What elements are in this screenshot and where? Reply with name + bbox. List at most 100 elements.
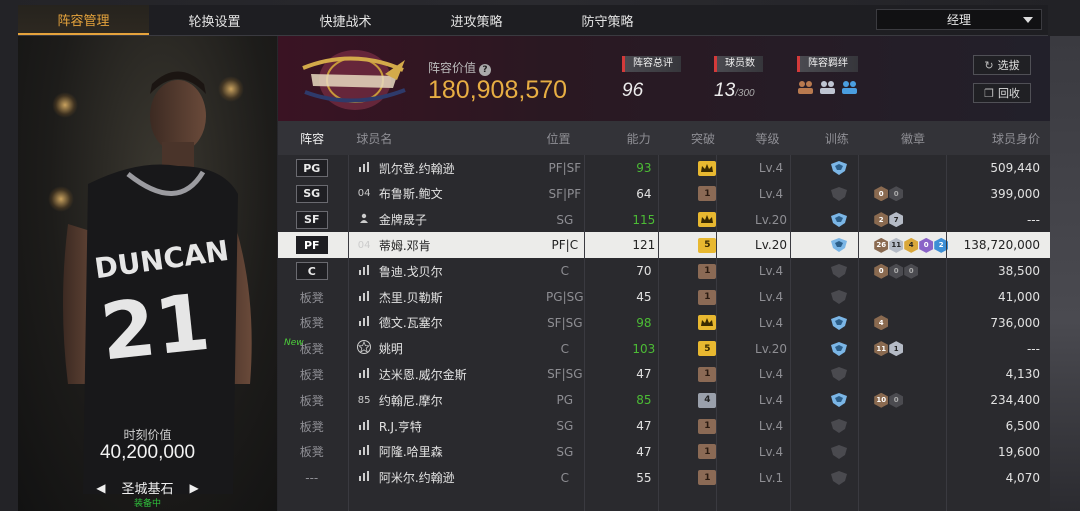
table-row[interactable]: 板凳 R.J.亨特 SG 47 1 Lv.4 6,500 — [278, 413, 1050, 439]
player-count-label: 球员数 — [714, 56, 763, 72]
new-tag: New — [284, 337, 304, 348]
training-cell[interactable] — [807, 367, 873, 382]
slot-cell[interactable]: PF — [278, 236, 345, 255]
training-icon — [831, 315, 848, 330]
player-count-max: /300 — [735, 88, 755, 99]
divider — [348, 155, 349, 511]
table-row[interactable]: PF 04 蒂姆.邓肯 PF|C 121 5 Lv.20 26 11 4 0 2 138,720,000 — [278, 232, 1050, 259]
tab-offense[interactable]: 进攻策略 — [411, 5, 542, 35]
player-value: 138,720,000 — [963, 238, 1040, 253]
star-icon — [355, 340, 372, 357]
badges-cell: 000 — [872, 263, 957, 279]
training-cell[interactable] — [807, 238, 873, 253]
table-row[interactable]: C 鲁迪.戈贝尔 C 70 1 Lv.4 0 0 0 38,500 — [278, 258, 1050, 284]
table-row[interactable]: SG 04 布鲁斯.鲍文 SF|PF 64 1 Lv.4 0 0 399,000 — [278, 181, 1050, 207]
slot-cell[interactable]: 板凳 — [278, 366, 345, 383]
player-ability: 70 — [636, 264, 652, 279]
training-cell[interactable] — [807, 341, 873, 356]
bench-label: 板凳 — [299, 419, 324, 434]
training-icon — [831, 238, 848, 253]
card-name: 圣城基石 — [121, 482, 174, 497]
prev-arrow-icon[interactable]: ◀ — [96, 481, 105, 495]
tab-rotation[interactable]: 轮换设置 — [149, 5, 280, 35]
table-row[interactable]: 板凳 85 约翰尼.摩尔 PG 85 4 Lv.4 10 0 234,400 — [278, 387, 1050, 413]
player-level: Lv.20 — [755, 341, 787, 356]
player-value: --- — [1026, 341, 1040, 356]
tab-defense[interactable]: 防守策略 — [542, 5, 673, 35]
player-ability: 55 — [636, 470, 652, 485]
training-cell[interactable] — [807, 315, 873, 330]
training-cell[interactable] — [807, 290, 873, 304]
player-value: 4,130 — [1005, 367, 1040, 382]
training-cell[interactable] — [807, 444, 873, 459]
table-row[interactable]: 板凳 姚明 C 103 5 Lv.20 11 1 --- New — [278, 336, 1050, 362]
slot-cell[interactable]: 板凳 — [278, 418, 345, 435]
player-level: Lv.4 — [758, 186, 784, 201]
training-icon — [831, 264, 848, 279]
slot-cell[interactable]: SG — [278, 184, 345, 203]
badge-icon: 1 — [889, 341, 904, 357]
slot-cell[interactable]: C — [278, 262, 345, 281]
training-cell[interactable] — [807, 161, 873, 175]
breakthrough-cell: 1 — [679, 366, 735, 382]
breakthrough-badge: 1 — [698, 366, 717, 382]
player-value: 6,500 — [1005, 419, 1040, 433]
player-level: Lv.4 — [758, 393, 784, 408]
training-cell[interactable] — [807, 419, 873, 433]
slot-cell[interactable]: 板凳 — [278, 289, 345, 306]
slot-cell[interactable]: 板凳 — [278, 443, 345, 460]
training-cell[interactable] — [807, 264, 873, 279]
badge-icon: 26 — [874, 237, 889, 253]
recycle-button-label: 回收 — [997, 87, 1020, 100]
table-row[interactable]: 板凳 杰里.贝勒斯 PG|SG 45 1 Lv.4 41,000 — [278, 284, 1050, 310]
player-value: --- — [1026, 212, 1040, 227]
training-cell[interactable] — [807, 186, 873, 201]
tab-lineup[interactable]: 阵容管理 — [18, 5, 149, 35]
select-button[interactable]: ↻ 选拔 — [973, 55, 1031, 75]
role-dropdown[interactable]: 经理 — [876, 9, 1042, 30]
col-level: 等级 — [755, 131, 780, 146]
slot-cell[interactable]: PG — [278, 159, 345, 177]
breakthrough-cell: 5 — [679, 237, 735, 253]
training-cell[interactable] — [807, 393, 873, 408]
breakthrough-badge: 5 — [698, 237, 717, 253]
moment-value: 40,200,000 — [99, 442, 196, 463]
moment-value-label: 时刻价值 — [123, 428, 172, 442]
slot-cell[interactable]: SF — [278, 210, 345, 229]
role-dropdown-value: 经理 — [946, 13, 971, 27]
player-position: SF|SG — [547, 367, 583, 382]
training-icon — [831, 470, 848, 485]
player-position: PG — [556, 393, 574, 408]
rating-value: 96 — [622, 80, 644, 101]
tab-quick-tactics[interactable]: 快捷战术 — [280, 5, 411, 35]
bond-icons[interactable] — [797, 80, 858, 95]
player-value: 4,070 — [1005, 470, 1040, 485]
svg-text:21: 21 — [97, 278, 214, 379]
next-arrow-icon[interactable]: ▶ — [190, 481, 199, 495]
training-cell[interactable] — [807, 212, 873, 227]
slot-cell[interactable]: 板凳 — [278, 392, 345, 409]
table-row[interactable]: PG 凯尔登.约翰逊 PF|SF 93 Lv.4 509,440 — [278, 155, 1050, 181]
player-name: R.J.亨特 — [378, 419, 422, 434]
help-icon[interactable]: ? — [479, 64, 492, 76]
table-row[interactable]: 板凳 达米恩.威尔金斯 SF|SG 47 1 Lv.4 4,130 — [278, 361, 1050, 387]
breakthrough-badge: 1 — [698, 470, 717, 486]
training-cell[interactable] — [807, 470, 873, 485]
player-ability: 115 — [632, 212, 656, 227]
slot-cell[interactable]: --- — [278, 471, 345, 485]
player-level: Lv.1 — [758, 470, 784, 485]
table-row[interactable]: --- 阿米尔.约翰逊 C 55 1 Lv.1 4,070 — [278, 465, 1050, 491]
player-position: C — [560, 264, 569, 279]
col-badges: 徽章 — [901, 131, 926, 146]
slot-cell[interactable]: 板凳 — [278, 314, 345, 331]
table-row[interactable]: 板凳 阿隆.哈里森 SG 47 1 Lv.4 19,600 — [278, 439, 1050, 465]
rating-label: 阵容总评 — [622, 56, 681, 72]
table-row[interactable]: 板凳 德文.瓦塞尔 SF|SG 98 Lv.4 4 736,000 — [278, 310, 1050, 336]
breakthrough-badge: 1 — [698, 289, 717, 305]
bond-bronze-icon — [798, 81, 813, 94]
breakthrough-badge: 5 — [698, 341, 717, 357]
recycle-button[interactable]: ❐ 回收 — [973, 83, 1031, 103]
table-row[interactable]: SF 金牌晟子 SG 115 Lv.20 2 7 --- — [278, 207, 1050, 233]
player-ability: 98 — [636, 315, 652, 330]
player-position: SF|SG — [547, 315, 583, 330]
